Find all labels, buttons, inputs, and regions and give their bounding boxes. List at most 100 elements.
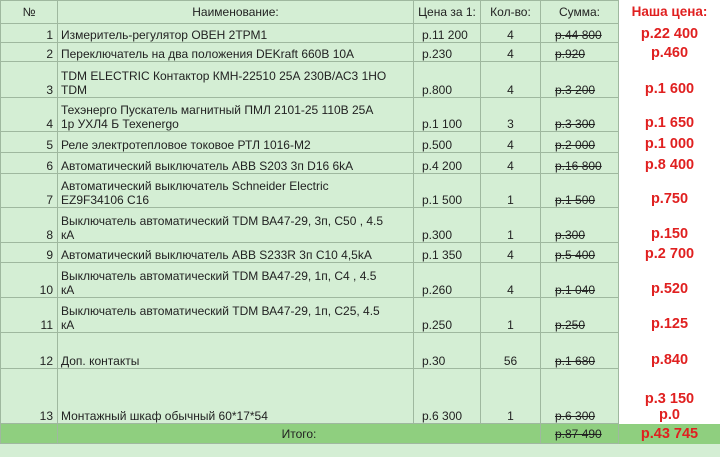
unit-price: р.4 200 [413,152,481,174]
row-number: 10 [0,262,58,298]
quantity: 4 [480,61,541,98]
sum: р.300 [540,207,619,243]
item-name-line: Автоматический выключатель ABB S203 3п D… [61,159,354,173]
item-name-line: EZ9F34106 C16 [61,193,150,207]
sum-value: р.16 800 [555,159,602,173]
table-row: 6 Автоматический выключатель ABB S203 3п… [0,152,720,174]
quantity: 4 [480,131,541,153]
header-price: Цена за 1: [413,0,481,24]
row-number: 11 [0,297,58,333]
sum: р.1 680 [540,332,619,369]
item-name: Выключатель автоматический TDM ВА47-29, … [57,262,414,298]
quantity: 1 [480,368,541,424]
quantity: 3 [480,97,541,132]
table-row: 1 Измеритель-регулятор ОВЕН 2ТРМ1 р.11 2… [0,23,720,43]
unit-price: р.6 300 [413,368,481,424]
header-name: Наименование: [57,0,414,24]
quantity: 1 [480,297,541,333]
sum: р.1 500 [540,173,619,208]
row-number: 7 [0,173,58,208]
total-empty [0,423,58,444]
item-name-line: Доп. контакты [61,354,140,368]
sum-value: р.1 040 [555,283,596,297]
our-price-line: р.0 [659,407,680,423]
item-name: Техэнерго Пускатель магнитный ПМЛ 2101-2… [57,97,414,132]
row-number: 2 [0,42,58,62]
sum: р.44 800 [540,23,619,43]
quantity: 56 [480,332,541,369]
item-name: Автоматический выключатель ABB S233R 3п … [57,242,414,263]
our-price: р.3 150 р.0 [618,368,720,424]
total-row: Итого: р.87 490 р.43 745 [0,423,720,444]
unit-price: р.300 [413,207,481,243]
unit-price: р.1 100 [413,97,481,132]
sum-value: р.1 680 [555,354,596,368]
item-name-line: кА [61,228,75,242]
our-price: р.22 400 [618,23,720,43]
our-price: р.1 650 [618,97,720,132]
sum-value: р.3 200 [555,83,596,97]
row-number: 5 [0,131,58,153]
header-qty: Кол-во: [480,0,541,24]
unit-price: р.1 500 [413,173,481,208]
item-name-line: Монтажный шкаф обычный 60*17*54 [61,409,268,423]
item-name-line: Переключатель на два положения DEKraft 6… [61,47,355,61]
our-price: р.1 600 [618,61,720,98]
total-sum-value: р.87 490 [555,426,602,441]
sum-value: р.3 300 [555,117,596,131]
header-our-price: Наша цена: [618,0,720,24]
item-name-line: Автоматический выключатель Schneider Ele… [61,179,329,193]
our-price: р.125 [618,297,720,333]
row-number: 12 [0,332,58,369]
row-number: 8 [0,207,58,243]
row-number: 3 [0,61,58,98]
sum: р.5 400 [540,242,619,263]
unit-price: р.230 [413,42,481,62]
total-sum: р.87 490 [540,423,619,444]
table-row: 2 Переключатель на два положения DEKraft… [0,42,720,62]
sum: р.920 [540,42,619,62]
sum-value: р.300 [555,228,586,242]
table-row: 4 Техэнерго Пускатель магнитный ПМЛ 2101… [0,97,720,132]
table-row: 12 Доп. контакты р.30 56 р.1 680 р.840 [0,332,720,369]
item-name-line: 1р УХЛ4 Б Техenergo [61,117,179,131]
unit-price: р.800 [413,61,481,98]
item-name: Переключатель на два положения DEKraft 6… [57,42,414,62]
item-name: Монтажный шкаф обычный 60*17*54 [57,368,414,424]
item-name: TDM ELECTRIC Контактор КМН-22510 25А 230… [57,61,414,98]
our-price: р.2 700 [618,242,720,263]
quantity: 1 [480,207,541,243]
item-name-line: кА [61,318,75,332]
our-price: р.150 [618,207,720,243]
quantity: 4 [480,242,541,263]
sum: р.250 [540,297,619,333]
unit-price: р.30 [413,332,481,369]
table-row: 5 Реле электротепловое токовое РТЛ 1016-… [0,131,720,153]
item-name: Автоматический выключатель ABB S203 3п D… [57,152,414,174]
sum-value: р.250 [555,318,586,332]
item-name: Реле электротепловое токовое РТЛ 1016-М2 [57,131,414,153]
table-row: 10 Выключатель автоматический TDM ВА47-2… [0,262,720,298]
sum-value: р.44 800 [555,28,602,42]
sum-value: р.6 300 [555,409,596,423]
item-name: Выключатель автоматический TDM ВА47-29, … [57,297,414,333]
item-name: Выключатель автоматический TDM ВА47-29, … [57,207,414,243]
our-price: р.1 000 [618,131,720,153]
table-row: 7 Автоматический выключатель Schneider E… [0,173,720,208]
quantity: 4 [480,152,541,174]
header-num: № [0,0,58,24]
sum-value: р.2 000 [555,138,596,152]
sum: р.2 000 [540,131,619,153]
total-our-price: р.43 745 [618,423,720,444]
item-name-line: Измеритель-регулятор ОВЕН 2ТРМ1 [61,28,268,42]
quantity: 4 [480,262,541,298]
row-number: 4 [0,97,58,132]
unit-price: р.500 [413,131,481,153]
item-name-line: Автоматический выключатель ABB S233R 3п … [61,248,372,262]
table-row: 8 Выключатель автоматический TDM ВА47-29… [0,207,720,243]
table-row: 13 Монтажный шкаф обычный 60*17*54 р.6 3… [0,368,720,424]
sum-value: р.1 500 [555,193,596,207]
our-price-line: р.3 150 [644,391,695,407]
our-price: р.460 [618,42,720,62]
quantity: 1 [480,173,541,208]
